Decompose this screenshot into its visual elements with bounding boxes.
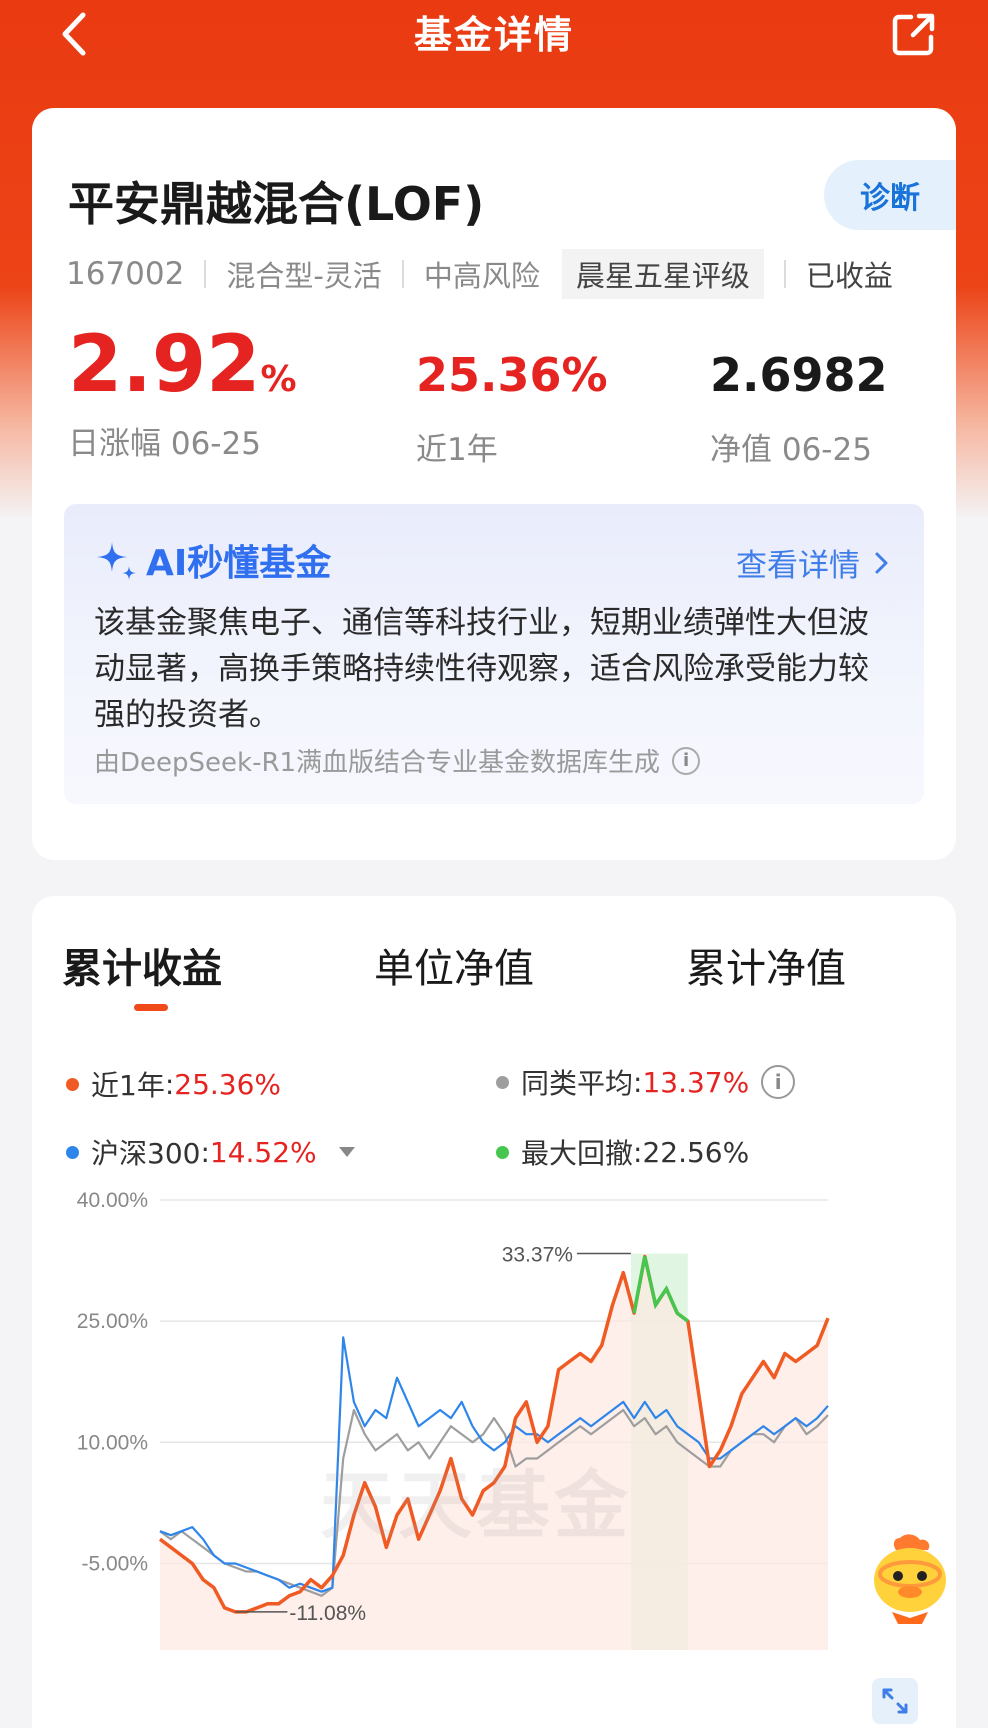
divider (783, 260, 786, 288)
ai-source-text: 由DeepSeek-R1满血版结合专业基金数据库生成 (94, 748, 661, 778)
mascot-assistant[interactable] (862, 1530, 958, 1628)
page-title: 基金详情 (413, 13, 574, 57)
ai-summary-text: 该基金聚焦电子、通信等科技行业，短期业绩弹性大但波动显著，高换手策略持续性待观察… (94, 605, 869, 733)
legend-index-value: 14.52% (209, 1135, 317, 1169)
watermark: 天天基金 (320, 1463, 632, 1549)
divider (204, 260, 207, 288)
daily-change-value: 2.92 (68, 320, 261, 410)
fund-name: 平安鼎越混合(LOF) (68, 177, 485, 231)
daily-change-unit: % (260, 359, 297, 400)
legend-drawdown-value: 22.56% (642, 1135, 750, 1169)
chevron-right-icon (875, 552, 888, 573)
extra-tag[interactable]: 已收益 (806, 253, 893, 295)
legend-dot (496, 1075, 509, 1089)
legend-dot (66, 1077, 79, 1091)
share-icon (892, 13, 935, 56)
fund-tags: 167002 混合型-灵活 中高风险 晨星五星评级 已收益 (66, 248, 956, 300)
legend-category-average: 同类平均:13.37% i (496, 1062, 796, 1102)
legend-index-name: 沪深300 (91, 1137, 201, 1170)
fund-info-card: 平安鼎越混合(LOF) 诊断 167002 混合型-灵活 中高风险 晨星五星评级… (32, 108, 956, 860)
legend-fund: 近1年:25.36% (66, 1064, 281, 1104)
legend-max-drawdown: 最大回撤:22.56% (496, 1132, 749, 1172)
legend-dot (496, 1145, 509, 1159)
year-return-label: 近1年 (416, 432, 498, 468)
expand-icon (882, 1688, 908, 1714)
legend-dot (66, 1145, 79, 1159)
legend-avg-value: 13.37% (642, 1065, 750, 1099)
info-icon[interactable]: i (761, 1065, 796, 1099)
legend-fund-value: 25.36% (174, 1067, 282, 1101)
nav-bar: 基金详情 (0, 0, 988, 92)
max-annotation: 33.37% (502, 1244, 573, 1267)
fund-code: 167002 (66, 256, 185, 292)
info-icon[interactable]: i (672, 746, 701, 775)
risk-tag[interactable]: 中高风险 (424, 253, 540, 295)
fund-type-tag[interactable]: 混合型-灵活 (226, 253, 381, 295)
legend-avg-name: 同类平均 (521, 1067, 634, 1100)
legend-index[interactable]: 沪深300:14.52% (66, 1132, 355, 1172)
y-tick-label: 40.00% (77, 1189, 148, 1212)
y-tick-label: -5.00% (81, 1552, 148, 1575)
nav-stat: 2.6982 净值 06-25 (710, 352, 888, 469)
ai-detail-link[interactable]: 查看详情 (736, 540, 894, 585)
ai-source-note: 由DeepSeek-R1满血版结合专业基金数据库生成 i (94, 742, 701, 779)
diagnose-button[interactable]: 诊断 (824, 160, 956, 230)
fullscreen-button[interactable] (872, 1678, 918, 1724)
tab-indicator (134, 1004, 168, 1011)
legend-fund-name: 近1年 (91, 1069, 165, 1102)
daily-change-label: 日涨幅 06-25 (68, 426, 261, 462)
nav-label: 净值 06-25 (710, 432, 872, 468)
y-tick-label: 25.00% (77, 1310, 148, 1333)
nav-value: 2.6982 (710, 348, 888, 402)
min-annotation: -11.08% (289, 1602, 366, 1625)
tab-unit-nav[interactable]: 单位净值 (374, 936, 534, 994)
daily-change-stat: 2.92% 日涨幅 06-25 (68, 326, 297, 463)
dropdown-caret-icon[interactable] (338, 1147, 355, 1157)
year-return-stat: 25.36% 近1年 (416, 352, 608, 469)
legend-drawdown-name: 最大回撤 (521, 1137, 634, 1170)
year-return-value: 25.36% (416, 348, 608, 402)
duck-mascot-icon (874, 1534, 946, 1624)
share-button[interactable] (886, 6, 942, 62)
sparkle-icon (97, 542, 136, 580)
ai-title: AI秒懂基金 (94, 534, 331, 586)
rating-tag[interactable]: 晨星五星评级 (561, 249, 764, 299)
ai-title-text: AI秒懂基金 (146, 543, 332, 584)
return-chart[interactable]: 40.00% 25.00% 10.00% -5.00% 33.37% -11.08% (32, 1180, 956, 1650)
tab-cumulative-return[interactable]: 累计收益 (62, 936, 222, 994)
ai-detail-label: 查看详情 (736, 548, 860, 584)
y-tick-label: 10.00% (77, 1431, 148, 1454)
divider (401, 260, 404, 288)
performance-card: 累计收益 单位净值 累计净值 近1年:25.36% 同类平均:13.37% i … (32, 896, 956, 1728)
tab-cumulative-nav[interactable]: 累计净值 (686, 936, 846, 994)
ai-summary-box[interactable]: AI秒懂基金 查看详情 该基金聚焦电子、通信等科技行业，短期业绩弹性大但波动显著… (64, 504, 924, 804)
